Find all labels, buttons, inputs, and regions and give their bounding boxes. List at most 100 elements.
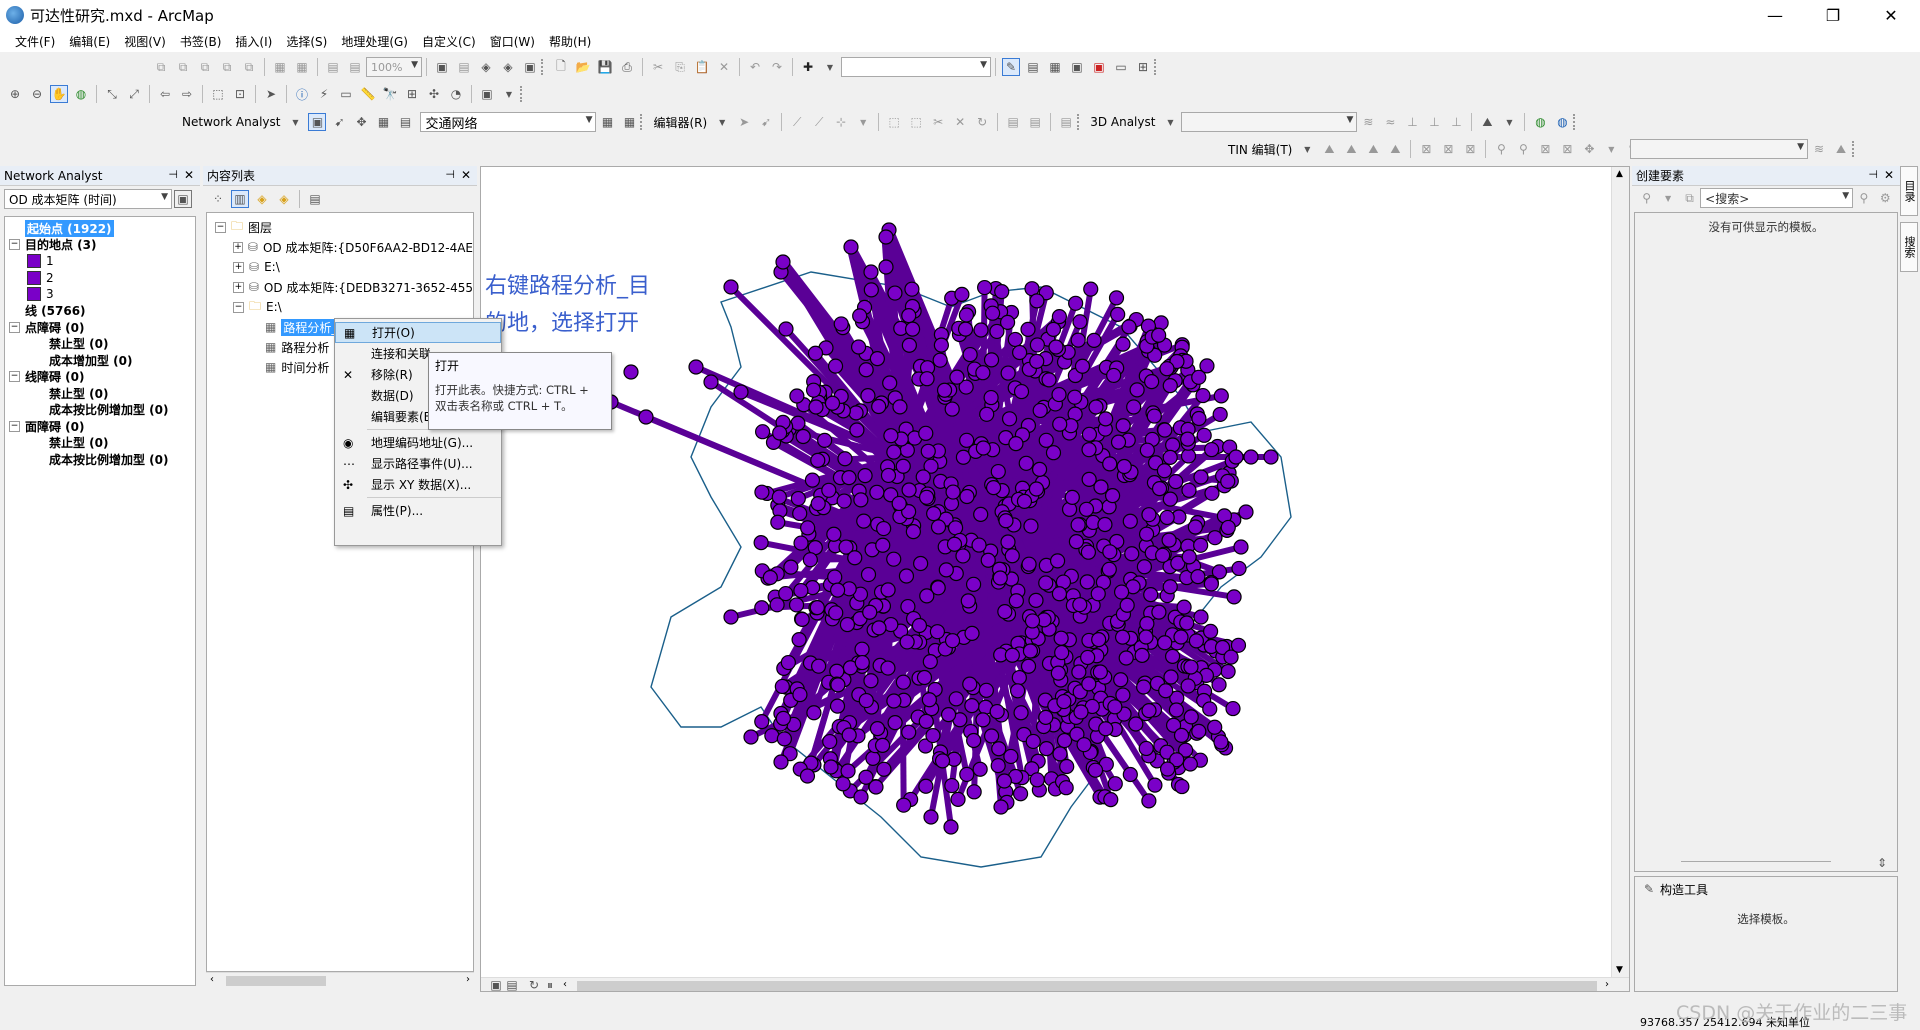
tin-tool-icon[interactable]: ⚲ <box>1492 140 1510 158</box>
minimize-button[interactable]: — <box>1746 0 1804 30</box>
list-by-source-icon[interactable]: ▥ <box>231 190 249 208</box>
na-tree-item[interactable]: 禁止型 (0) <box>5 435 195 452</box>
contour-icon[interactable]: ≋ <box>1359 113 1377 131</box>
sketch-properties-icon[interactable]: ▤ <box>1026 113 1044 131</box>
fixed-zoom-in-icon[interactable]: ⤡ <box>103 85 121 103</box>
full-extent-icon[interactable]: ◍ <box>72 85 90 103</box>
tool-icon[interactable]: ▦ <box>293 58 311 76</box>
menu-geoprocessing[interactable]: 地理处理(G) <box>334 33 415 50</box>
dropdown-arrow-icon[interactable]: ▼ <box>500 85 518 103</box>
collapse-icon[interactable]: − <box>9 371 20 383</box>
tin-edit-menu[interactable]: TIN 编辑(T) <box>1224 141 1296 158</box>
tool-icon[interactable]: ⧉ <box>174 58 192 76</box>
menu-customize[interactable]: 自定义(C) <box>415 33 483 50</box>
tin-tool-icon[interactable]: ⊠ <box>1439 140 1457 158</box>
menu-help[interactable]: 帮助(H) <box>542 33 598 50</box>
interpolate-polygon-icon[interactable]: ⊥ <box>1447 113 1465 131</box>
tool-icon[interactable]: ▦ <box>271 58 289 76</box>
na-tree-item[interactable]: 3 <box>5 286 195 303</box>
close-icon[interactable]: ✕ <box>461 168 471 182</box>
options-icon[interactable]: ▤ <box>306 190 324 208</box>
expand-icon[interactable]: + <box>233 281 244 293</box>
copy-icon[interactable]: ⎘ <box>671 58 689 76</box>
na-tree-item[interactable]: − 线障碍 (0) <box>5 369 195 386</box>
select-features-icon[interactable]: ⬚ <box>209 85 227 103</box>
zoom-combo[interactable]: 100% ▼ <box>366 57 422 77</box>
toc-item[interactable]: − 🗀 图层 <box>207 217 473 237</box>
na-tree-item[interactable]: 成本增加型 (0) <box>5 352 195 369</box>
toc-item[interactable]: + ⛁ OD 成本矩阵:{D50F6AA2-BD12-4AE <box>207 237 473 257</box>
trace-icon[interactable]: ⟋ <box>810 113 828 131</box>
na-tree-item[interactable]: 成本按比例增加型 (0) <box>5 402 195 419</box>
na-layer-properties-icon[interactable]: ▣ <box>174 190 192 208</box>
na-tree-item[interactable]: − 面障碍 (0) <box>5 418 195 435</box>
scroll-down-icon[interactable]: ▼ <box>1616 965 1623 975</box>
menu-view[interactable]: 视图(V) <box>117 33 173 50</box>
3d-analyst-menu[interactable]: 3D Analyst <box>1086 115 1159 129</box>
find-route-icon[interactable]: ⊞ <box>403 85 421 103</box>
open-folder-icon[interactable]: 📂 <box>574 58 592 76</box>
edit-annotation-icon[interactable]: ➹ <box>757 113 775 131</box>
cut-icon[interactable]: ✂ <box>649 58 667 76</box>
list-by-drawing-order-icon[interactable]: ⁘ <box>209 190 227 208</box>
table-of-contents-icon[interactable]: ▤ <box>1024 58 1042 76</box>
tin-tool-icon[interactable]: ⛰ <box>1386 140 1404 158</box>
viewer-window-icon[interactable]: ▣ <box>478 85 496 103</box>
tin-tool-icon[interactable]: ⊠ <box>1536 140 1554 158</box>
network-identify-icon[interactable]: ▦ <box>620 113 638 131</box>
goto-xy-icon[interactable]: ✣ <box>425 85 443 103</box>
context-menu-item[interactable]: ⋯ 显示路径事件(U)... <box>335 453 501 474</box>
dropdown-arrow-icon[interactable]: ▼ <box>1602 140 1620 158</box>
context-menu-item[interactable]: ▤ 属性(P)... <box>335 500 501 521</box>
zoom-out-icon[interactable]: ⊖ <box>28 85 46 103</box>
dropdown-arrow-icon[interactable]: ▼ <box>854 113 872 131</box>
toc-scrollbar[interactable]: ‹ › <box>206 972 474 988</box>
tin-tool-icon[interactable]: ⛰ <box>1364 140 1382 158</box>
editor-toolbar-icon[interactable]: ✎ <box>1002 58 1020 76</box>
close-icon[interactable]: ✕ <box>1884 168 1894 182</box>
tool-icon[interactable]: ▣ <box>521 58 539 76</box>
dropdown-arrow-icon[interactable]: ▼ <box>1659 189 1676 207</box>
collapse-icon[interactable]: − <box>9 239 20 251</box>
expand-icon[interactable]: + <box>233 241 243 253</box>
editor-menu[interactable]: 编辑器(R) <box>649 114 711 131</box>
list-by-selection-icon[interactable]: ◈ <box>275 190 293 208</box>
tool-icon[interactable]: ⧉ <box>240 58 258 76</box>
context-menu-item[interactable]: ▦ 打开(O) <box>335 322 501 343</box>
collapse-icon[interactable]: − <box>215 221 226 233</box>
list-by-visibility-icon[interactable]: ◈ <box>253 190 271 208</box>
tool-icon[interactable]: ◈ <box>477 58 495 76</box>
search-window-icon[interactable]: ▣ <box>1068 58 1086 76</box>
add-data-icon[interactable]: ✚ <box>799 58 817 76</box>
identify-icon[interactable]: ⓘ <box>293 85 311 103</box>
tin-add-point-icon[interactable]: ⛰ <box>1320 140 1338 158</box>
redo-icon[interactable]: ↷ <box>768 58 786 76</box>
menu-insert[interactable]: 插入(I) <box>228 33 279 50</box>
arcscene-icon[interactable]: ◍ <box>1531 113 1549 131</box>
attributes-icon[interactable]: ▤ <box>1004 113 1022 131</box>
delete-icon[interactable]: ✕ <box>715 58 733 76</box>
na-window-icon[interactable]: ▣ <box>308 113 327 131</box>
print-icon[interactable]: ⎙ <box>618 58 636 76</box>
scroll-right-icon[interactable]: › <box>466 974 470 985</box>
context-menu-item[interactable]: ◉ 地理编码地址(G)... <box>335 432 501 453</box>
select-elements-icon[interactable]: ➤ <box>262 85 280 103</box>
menu-windows[interactable]: 窗口(W) <box>483 33 542 50</box>
catalog-tab[interactable]: 目录 <box>1900 166 1918 216</box>
split-icon[interactable]: ✕ <box>951 113 969 131</box>
create-network-location-icon[interactable]: ➹ <box>330 113 348 131</box>
toc-item[interactable]: − 🗀 E:\ <box>207 297 473 317</box>
collapse-icon[interactable]: − <box>9 420 20 432</box>
scroll-up-icon[interactable]: ▲ <box>1616 169 1623 179</box>
toc-item[interactable]: + ⛁ OD 成本矩阵:{DEDB3271-3652-455 <box>207 277 473 297</box>
collapse-icon[interactable]: − <box>233 301 244 313</box>
na-layer-combo[interactable]: OD 成本矩阵 (时间) ▼ <box>4 189 172 209</box>
build-network-icon[interactable]: ▦ <box>598 113 616 131</box>
na-tree-item[interactable]: 成本按比例增加型 (0) <box>5 451 195 468</box>
pin-icon[interactable]: ⊣ <box>445 168 455 181</box>
menu-bookmarks[interactable]: 书签(B) <box>173 33 229 50</box>
georef-icon[interactable]: ⧉ <box>152 58 170 76</box>
tin-tool-icon[interactable]: ⊠ <box>1461 140 1479 158</box>
tool-icon[interactable]: ⛰ <box>1832 140 1850 158</box>
dropdown-arrow-icon[interactable]: ▼ <box>1500 113 1518 131</box>
